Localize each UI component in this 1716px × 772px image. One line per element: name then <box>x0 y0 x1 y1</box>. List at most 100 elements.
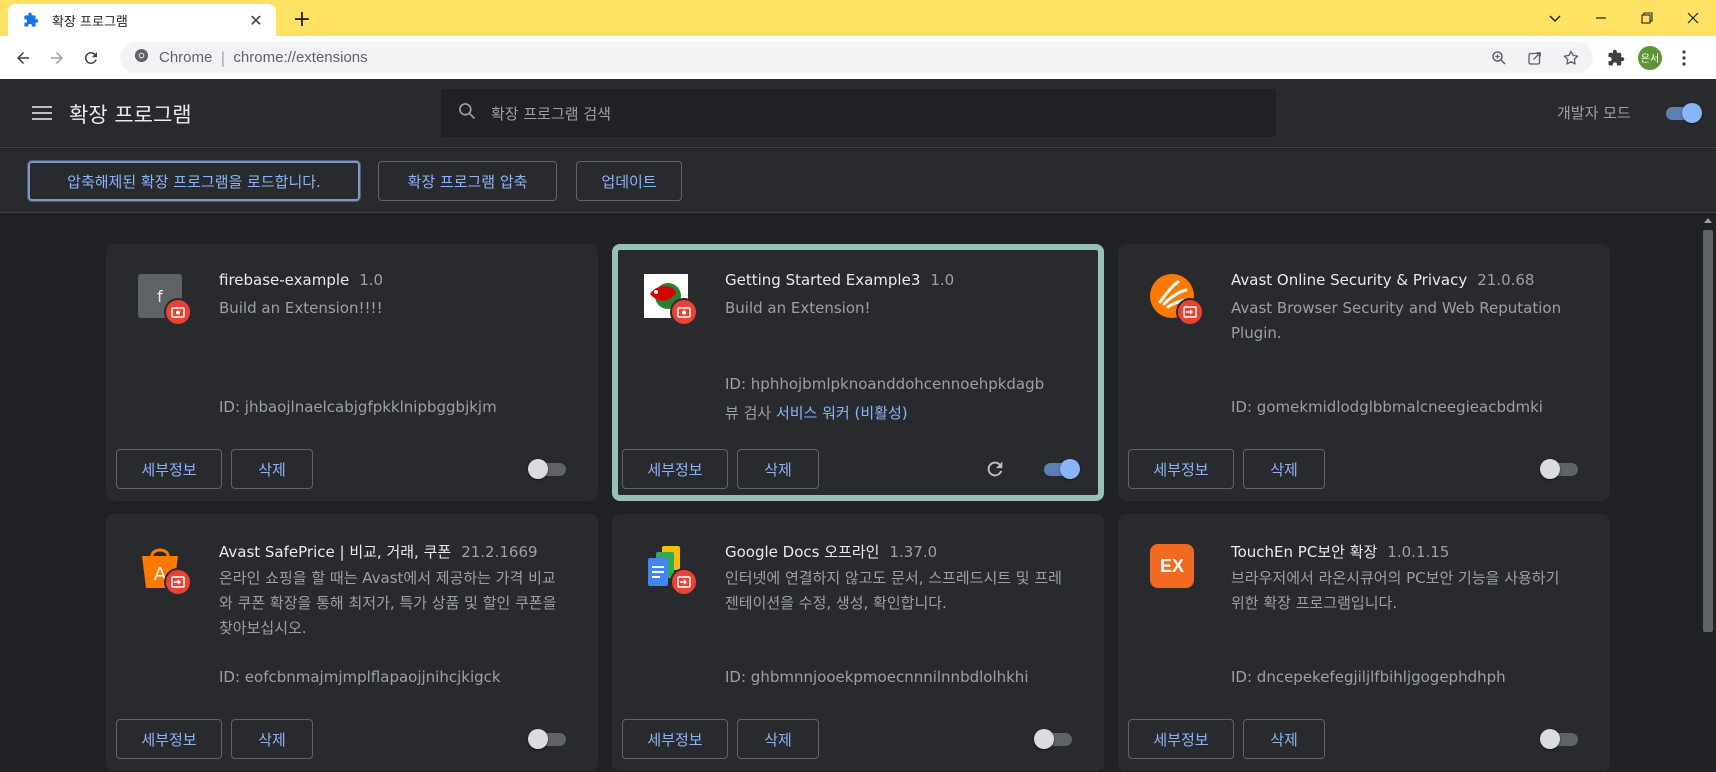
tab-strip: 확장 프로그램 ✕ + <box>0 0 1716 36</box>
site-label: Chrome <box>159 49 213 66</box>
details-button[interactable]: 세부정보 <box>1128 449 1234 489</box>
toggle-knob <box>528 459 548 479</box>
toggle-knob <box>1540 729 1560 749</box>
extension-icon <box>642 542 698 596</box>
toolbar-right: 은서 <box>1604 42 1696 73</box>
remove-button[interactable]: 삭제 <box>1243 449 1325 489</box>
scroll-up-arrow-icon[interactable] <box>1704 218 1712 223</box>
toggle-knob <box>1682 103 1702 123</box>
extension-version: 1.0 <box>930 271 955 289</box>
remove-button[interactable]: 삭제 <box>231 719 313 759</box>
service-worker-link[interactable]: 서비스 워커 (비활성) <box>776 404 908 422</box>
extension-name: firebase-example 1.0 <box>219 271 384 289</box>
extension-description: Build an Extension! <box>725 299 871 317</box>
extension-description: 브라우저에서 라온시큐어의 PC보안 기능을 사용하기 위한 확장 프로그램입니… <box>1231 569 1560 612</box>
extension-version: 1.0.1.15 <box>1387 543 1450 561</box>
reload-icon[interactable] <box>74 41 108 75</box>
unpacked-badge-icon <box>670 298 698 326</box>
extension-id: ID: jhbaojlnaelcabjgfpkklnipbggbjkjm <box>219 398 497 416</box>
restore-icon[interactable] <box>1624 0 1670 36</box>
remove-button[interactable]: 삭제 <box>737 449 819 489</box>
page-scrollbar[interactable] <box>1700 214 1716 772</box>
remove-button[interactable]: 삭제 <box>231 449 313 489</box>
extension-name: Avast Online Security & Privacy 21.0.68 <box>1231 271 1535 289</box>
page-title: 확장 프로그램 <box>69 103 192 127</box>
extension-description: 온라인 쇼핑을 할 때는 Avast에서 제공하는 가격 비교와 쿠폰 확장을 … <box>219 569 557 637</box>
extension-icon: EX <box>1148 542 1196 590</box>
remove-button[interactable]: 삭제 <box>1243 719 1325 759</box>
dev-mode-toggle[interactable] <box>1662 103 1702 123</box>
enable-toggle[interactable] <box>1540 459 1580 479</box>
browser-toolbar: Chrome | chrome://extensions 은서 <box>0 36 1716 79</box>
inspect-views: 뷰 검사 서비스 워커 (비활성) <box>725 404 908 422</box>
details-button[interactable]: 세부정보 <box>116 719 222 759</box>
enable-toggle[interactable] <box>1540 729 1580 749</box>
remove-button[interactable]: 삭제 <box>737 719 819 759</box>
unpacked-badge-icon <box>670 568 698 596</box>
toggle-knob <box>1034 729 1054 749</box>
extensions-list: f firebase-example 1.0 Build an Extension… <box>0 214 1700 772</box>
minimize-icon[interactable] <box>1578 0 1624 36</box>
extension-id: ID: hphhojbmlpknoanddohcennoehpkdagb <box>725 375 1045 393</box>
chrome-icon <box>134 48 149 67</box>
extension-icon: f <box>136 272 192 326</box>
details-button[interactable]: 세부정보 <box>622 719 728 759</box>
enable-toggle[interactable] <box>528 729 568 749</box>
search-placeholder: 확장 프로그램 검색 <box>491 104 611 123</box>
extension-version: 21.2.1669 <box>461 543 538 561</box>
new-tab-button[interactable]: + <box>290 7 314 32</box>
close-tab-icon[interactable]: ✕ <box>246 10 266 30</box>
toggle-knob <box>1060 459 1080 479</box>
scroll-thumb[interactable] <box>1703 230 1713 632</box>
unpacked-badge-icon <box>164 568 192 596</box>
tab-search-icon[interactable] <box>1532 0 1578 36</box>
extension-version: 1.37.0 <box>889 543 938 561</box>
toggle-knob <box>1540 459 1560 479</box>
svg-text:f: f <box>157 287 163 306</box>
update-button[interactable]: 업데이트 <box>576 161 682 201</box>
search-input[interactable]: 확장 프로그램 검색 <box>441 89 1276 137</box>
share-icon[interactable] <box>1523 46 1547 70</box>
close-window-icon[interactable] <box>1670 0 1716 36</box>
touchen-logo-text: EX <box>1159 555 1184 576</box>
extension-icon: A <box>136 542 192 596</box>
extension-icon <box>1148 272 1204 326</box>
extension-card: A Avast SafePrice | 비교, 거래, 쿠폰 21.2.1669 … <box>106 514 598 771</box>
bookmark-star-icon[interactable] <box>1559 46 1583 70</box>
extension-description: Build an Extension!!!! <box>219 299 383 317</box>
extension-id: ID: ghbmnnjooekpmoecnnnilnnbdlolhkhi <box>725 668 1029 686</box>
extension-name: TouchEn PC보안 확장 1.0.1.15 <box>1231 543 1450 561</box>
details-button[interactable]: 세부정보 <box>622 449 728 489</box>
url-separator: | <box>220 48 226 67</box>
toggle-knob <box>528 729 548 749</box>
extension-version: 1.0 <box>359 271 384 289</box>
extension-card: EX TouchEn PC보안 확장 1.0.1.15 브라우저에서 라온시큐어의… <box>1118 514 1610 771</box>
tab-title: 확장 프로그램 <box>52 14 128 30</box>
extension-description: 인터넷에 연결하지 않고도 문서, 스프레드시트 및 프레젠테이션을 수정, 생… <box>725 569 1062 612</box>
omnibox[interactable]: Chrome | chrome://extensions <box>120 42 1593 73</box>
enable-toggle[interactable] <box>1034 729 1074 749</box>
hamburger-menu-icon[interactable] <box>30 101 54 125</box>
action-bar: 압축해제된 확장 프로그램을 로드합니다. 확장 프로그램 압축 업데이트 <box>0 149 1716 213</box>
extension-card: Google Docs 오프라인 1.37.0 인터넷에 연결하지 않고도 문서,… <box>612 514 1104 771</box>
details-button[interactable]: 세부정보 <box>1128 719 1234 759</box>
unpacked-badge-icon <box>1176 298 1204 326</box>
extensions-header: 확장 프로그램 확장 프로그램 검색 개발자 모드 <box>0 79 1716 148</box>
zoom-icon[interactable] <box>1487 46 1511 70</box>
extensions-puzzle-icon[interactable] <box>1604 46 1628 70</box>
enable-toggle[interactable] <box>1040 459 1080 479</box>
puzzle-icon <box>22 11 40 29</box>
reload-extension-icon[interactable] <box>984 458 1008 482</box>
forward-icon[interactable] <box>40 41 74 75</box>
tab-extensions[interactable]: 확장 프로그램 ✕ <box>8 4 276 36</box>
search-icon <box>457 101 477 125</box>
pack-extension-button[interactable]: 확장 프로그램 압축 <box>378 161 557 201</box>
extension-card: Getting Started Example3 1.0 Build an Ext… <box>612 244 1104 501</box>
back-icon[interactable] <box>6 41 40 75</box>
profile-avatar[interactable]: 은서 <box>1638 45 1662 70</box>
details-button[interactable]: 세부정보 <box>116 449 222 489</box>
more-menu-icon[interactable] <box>1672 46 1696 70</box>
enable-toggle[interactable] <box>528 459 568 479</box>
load-unpacked-button[interactable]: 압축해제된 확장 프로그램을 로드합니다. <box>28 161 360 201</box>
extension-id: ID: dncepekefegjiljlfbihljgogephdhph <box>1231 668 1506 686</box>
